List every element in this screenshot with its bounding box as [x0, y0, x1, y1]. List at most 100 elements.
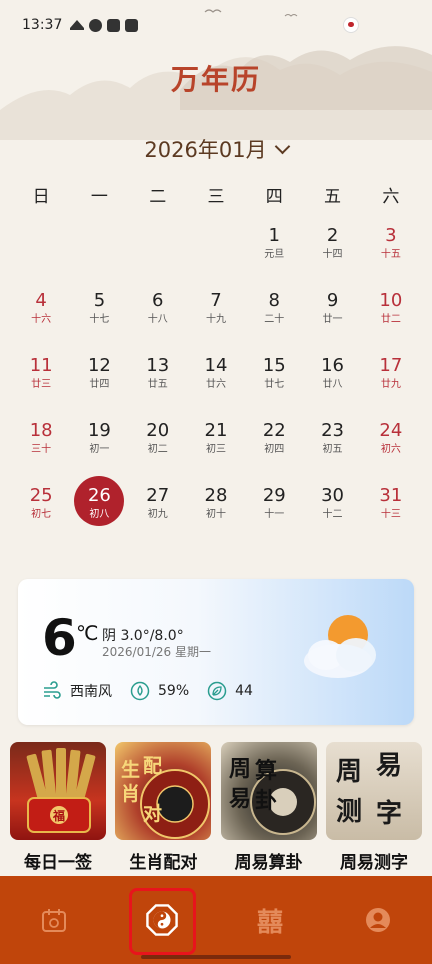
- day-number: 25: [29, 485, 53, 506]
- calendar-day[interactable]: 5 十七: [70, 289, 128, 354]
- day-number: 13: [146, 355, 170, 376]
- feature-character-reading[interactable]: 周 易 测 字 周易测字: [325, 742, 422, 873]
- lunar-date: 十二: [322, 509, 343, 520]
- calendar-day[interactable]: 6 十八: [129, 289, 187, 354]
- selected-nav-highlight: [129, 888, 196, 955]
- lunar-date: 初二: [147, 444, 168, 455]
- calligraphy-art: 周 易 测 字: [336, 751, 402, 829]
- day-number: 9: [326, 290, 339, 311]
- calendar-day[interactable]: 28 初十: [187, 484, 245, 549]
- feature-label: 每日一签: [24, 853, 92, 873]
- day-number: 17: [379, 355, 403, 376]
- lunar-date: 廿九: [380, 379, 401, 390]
- calendar-day[interactable]: 27 初九: [129, 484, 187, 549]
- zodiac-wheel-art: 生 肖 配 对: [121, 755, 211, 839]
- divination-image: 周 易 算 卦: [220, 742, 317, 840]
- nav-profile[interactable]: [324, 876, 432, 964]
- calendar-day[interactable]: 9 廿一: [303, 289, 361, 354]
- character-reading-image: 周 易 测 字: [325, 742, 422, 840]
- calendar-day[interactable]: 14 廿六: [187, 354, 245, 419]
- calendar-day[interactable]: 18 三十: [12, 419, 70, 484]
- status-bar: 13:37: [0, 0, 432, 50]
- day-number: 2: [326, 225, 339, 246]
- feature-divination[interactable]: 周 易 算 卦 周易算卦: [220, 742, 317, 873]
- feature-label: 生肖配对: [129, 853, 198, 873]
- chevron-down-icon: [274, 138, 290, 155]
- lunar-date: 初六: [380, 444, 401, 455]
- calendar-day[interactable]: 12 廿四: [70, 354, 128, 419]
- calendar-day[interactable]: 3 十五: [362, 224, 420, 289]
- day-number: 24: [379, 420, 403, 441]
- day-number: 16: [321, 355, 344, 376]
- weather-date: 2026/01/26 星期一: [102, 645, 211, 659]
- calendar-day[interactable]: 24 初六: [362, 419, 420, 484]
- daily-lot-image: 福: [10, 742, 106, 840]
- home-indicator[interactable]: [141, 955, 291, 959]
- message-icon: [125, 18, 139, 32]
- leaf-icon: [207, 681, 227, 701]
- calendar-day[interactable]: 16 廿八: [303, 354, 361, 419]
- calendar-day[interactable]: 10 廿二: [362, 289, 420, 354]
- crown-icon: [70, 20, 85, 30]
- calendar-day[interactable]: 11 廿三: [12, 354, 70, 419]
- weather-condition: 阴 3.0°/8.0°: [102, 628, 184, 644]
- feature-grid: 福 每日一签 生 肖 配 对 生肖配对 周 易 算 卦 周易算卦 周 易 测 字…: [10, 742, 422, 873]
- calendar-day[interactable]: 30 十二: [303, 484, 361, 549]
- day-number: 14: [204, 355, 228, 376]
- calendar-day[interactable]: 8 二十: [245, 289, 303, 354]
- humidity-item: 59%: [130, 681, 189, 701]
- day-number: 28: [204, 485, 228, 506]
- calendar-day[interactable]: 1 元旦: [245, 224, 303, 289]
- lunar-date: 十四: [322, 249, 343, 260]
- calendar-icon: [42, 909, 66, 932]
- calendar-day[interactable]: 15 廿七: [245, 354, 303, 419]
- weekday-label: 三: [207, 187, 225, 207]
- wind-icon: [44, 681, 61, 699]
- calendar-day[interactable]: 13 廿五: [129, 354, 187, 419]
- calendar-week-row: 25 初七 26 初八 27 初九 28 初十 29 十一 30 十二 31 十三: [12, 476, 420, 549]
- lunar-date: 十八: [147, 314, 168, 325]
- nav-calendar[interactable]: [0, 876, 108, 964]
- lunar-date: 初十: [205, 509, 226, 520]
- weather-card[interactable]: 6 ℃ 阴 3.0°/8.0° 2026/01/26 星期一 西南风 59% 4…: [18, 579, 414, 725]
- status-time: 13:37: [22, 17, 63, 33]
- calendar-day[interactable]: 4 十六: [12, 289, 70, 354]
- lunar-date: 初一: [89, 444, 110, 455]
- calendar-day[interactable]: 22 初四: [245, 419, 303, 484]
- calendar-day[interactable]: 25 初七: [12, 484, 70, 549]
- month-selector[interactable]: 2026年01月: [0, 134, 432, 164]
- day-number: 1: [268, 225, 280, 246]
- feature-daily-lot[interactable]: 福 每日一签: [10, 742, 106, 873]
- calendar-day[interactable]: 20 初二: [129, 419, 187, 484]
- day-number: 22: [262, 420, 286, 441]
- lunar-date: 初七: [31, 509, 52, 520]
- day-number: 11: [29, 355, 53, 376]
- lunar-date: 廿六: [205, 379, 226, 390]
- lunar-date: 廿二: [380, 314, 401, 325]
- calendar-day-today[interactable]: 26 初八: [70, 476, 128, 549]
- person-icon: [366, 908, 390, 932]
- calendar-day[interactable]: 23 初五: [303, 419, 361, 484]
- nav-double-happiness[interactable]: 囍: [216, 876, 324, 964]
- calendar-day[interactable]: 19 初一: [70, 419, 128, 484]
- calendar-day[interactable]: 2 十四: [303, 224, 361, 289]
- svg-text:字: 字: [376, 798, 402, 829]
- lunar-date: 初三: [205, 444, 226, 455]
- calendar-day[interactable]: 17 廿九: [362, 354, 420, 419]
- svg-text:肖: 肖: [121, 782, 140, 805]
- feature-zodiac-match[interactable]: 生 肖 配 对 生肖配对: [115, 742, 212, 873]
- zodiac-match-image: 生 肖 配 对: [115, 742, 212, 840]
- calendar-day[interactable]: 31 十三: [362, 484, 420, 549]
- lunar-date: 廿七: [264, 379, 285, 390]
- calendar-empty-cell: [187, 224, 245, 289]
- weekday-header: 日 一 二 三 四 五 六: [12, 182, 420, 207]
- svg-text:周: 周: [336, 757, 362, 787]
- calendar-day[interactable]: 29 十一: [245, 484, 303, 549]
- lunar-date: 初五: [322, 444, 343, 455]
- feature-label: 周易算卦: [234, 853, 303, 873]
- app-notification-icon: [89, 18, 103, 32]
- lunar-date: 十六: [31, 314, 52, 325]
- wind-item: 西南风: [42, 681, 112, 701]
- calendar-day[interactable]: 21 初三: [187, 419, 245, 484]
- calendar-day[interactable]: 7 十九: [187, 289, 245, 354]
